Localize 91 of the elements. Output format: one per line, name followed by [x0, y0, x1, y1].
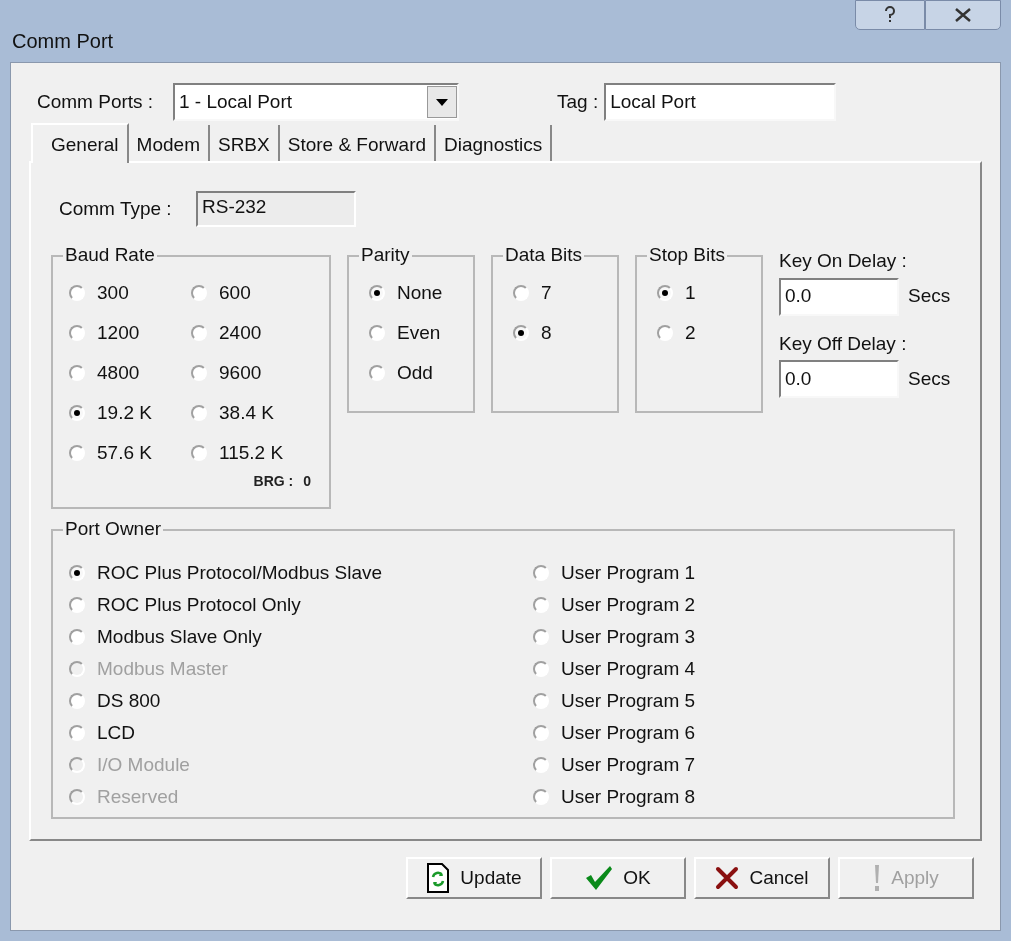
radio-label[interactable]: Odd	[397, 358, 433, 388]
tab[interactable]: SRBX	[209, 125, 280, 161]
radio-label[interactable]: 600	[219, 278, 251, 308]
radio-button[interactable]	[69, 285, 85, 301]
x-mark-icon	[715, 866, 740, 890]
checkmark-icon	[585, 865, 614, 891]
radio-button[interactable]	[513, 285, 529, 301]
radio-button[interactable]	[533, 725, 549, 741]
radio-label[interactable]: 2400	[219, 318, 262, 348]
radio-button[interactable]	[533, 597, 549, 613]
radio-label[interactable]: 7	[541, 278, 552, 308]
radio-label[interactable]: 4800	[97, 358, 140, 388]
radio-label[interactable]: 115.2 K	[219, 438, 284, 468]
seconds-unit: Secs	[908, 366, 951, 391]
radio-label[interactable]: User Program 8	[561, 782, 696, 812]
delay-field[interactable]: 0.0	[779, 277, 899, 316]
tab[interactable]: Modem	[128, 125, 210, 161]
radio-label[interactable]: User Program 3	[561, 622, 696, 652]
refresh-document-icon	[426, 863, 451, 893]
radio-label[interactable]: User Program 6	[561, 718, 696, 748]
radio-button[interactable]	[191, 285, 207, 301]
radio-button[interactable]	[533, 757, 549, 773]
radio-label[interactable]: 19.2 K	[97, 398, 152, 428]
radio-button[interactable]	[657, 285, 673, 301]
radio-button[interactable]	[69, 629, 85, 645]
brg-label: BRG :	[253, 472, 294, 491]
radio-button[interactable]	[69, 565, 85, 581]
radio-button[interactable]	[533, 789, 549, 805]
dialog-button[interactable]: Update	[406, 857, 542, 899]
delay-label: Key Off Delay :	[779, 331, 908, 356]
radio-button[interactable]	[69, 325, 85, 341]
radio-label[interactable]: 38.4 K	[219, 398, 274, 428]
comm-type-label: Comm Type :	[59, 196, 173, 221]
radio-label[interactable]: 1	[685, 278, 696, 308]
radio-label[interactable]: 8	[541, 318, 552, 348]
delay-field[interactable]: 0.0	[779, 360, 899, 398]
radio-button[interactable]	[369, 285, 385, 301]
window-title: Comm Port	[12, 29, 114, 54]
close-icon	[954, 8, 972, 22]
radio-button[interactable]	[191, 405, 207, 421]
radio-label[interactable]: Modbus Slave Only	[97, 622, 262, 652]
radio-label[interactable]: ROC Plus Protocol/Modbus Slave	[97, 558, 383, 588]
radio-button[interactable]	[69, 693, 85, 709]
radio-label[interactable]: User Program 4	[561, 654, 696, 684]
radio-button[interactable]	[533, 661, 549, 677]
dialog-button[interactable]: Cancel	[694, 857, 830, 899]
radio-button[interactable]	[533, 629, 549, 645]
radio-label[interactable]: User Program 7	[561, 750, 696, 780]
radio-button[interactable]	[533, 565, 549, 581]
radio-label[interactable]: 9600	[219, 358, 262, 388]
radio-label[interactable]: DS 800	[97, 686, 161, 716]
comm-ports-label: Comm Ports :	[37, 89, 155, 114]
radio-label[interactable]: 2	[685, 318, 696, 348]
dropdown-arrow-icon	[436, 98, 448, 106]
radio-label[interactable]: None	[397, 278, 443, 308]
radio-button[interactable]	[191, 445, 207, 461]
dialog-button[interactable]: OK	[550, 857, 686, 899]
tag-label: Tag :	[557, 89, 599, 114]
radio-button[interactable]	[191, 325, 207, 341]
comm-ports-dropdown[interactable]: 1 - Local Port	[173, 83, 459, 121]
help-icon	[884, 6, 896, 24]
radio-button[interactable]	[191, 365, 207, 381]
radio-button[interactable]	[69, 445, 85, 461]
radio-label[interactable]: ROC Plus Protocol Only	[97, 590, 301, 620]
radio-button[interactable]	[69, 597, 85, 613]
radio-button[interactable]	[69, 405, 85, 421]
radio-label[interactable]: 1200	[97, 318, 140, 348]
radio-label[interactable]: User Program 2	[561, 590, 696, 620]
radio-button[interactable]	[69, 365, 85, 381]
radio-button[interactable]	[69, 725, 85, 741]
tab[interactable]: General	[31, 123, 129, 163]
delay-label: Key On Delay :	[779, 249, 908, 273]
tag-field[interactable]: Local Port	[604, 83, 837, 121]
radio-label[interactable]: 57.6 K	[97, 438, 152, 468]
radio-button[interactable]	[533, 693, 549, 709]
tab[interactable]: Store & Forward	[279, 125, 437, 161]
comm-type-field: RS-232	[196, 191, 356, 227]
radio-label[interactable]: User Program 1	[561, 558, 696, 588]
seconds-unit: Secs	[908, 284, 951, 309]
radio-button[interactable]	[369, 325, 385, 341]
close-button[interactable]	[925, 0, 1001, 30]
radio-button[interactable]	[369, 365, 385, 381]
radio-label[interactable]: User Program 5	[561, 686, 696, 716]
radio-button[interactable]	[513, 325, 529, 341]
radio-label[interactable]: LCD	[97, 718, 135, 748]
radio-label[interactable]: Even	[397, 318, 441, 348]
tab[interactable]: Diagnostics	[436, 125, 553, 161]
radio-button[interactable]	[657, 325, 673, 341]
brg-value: 0	[303, 472, 311, 491]
exclamation-icon	[873, 864, 882, 892]
radio-label[interactable]: 300	[97, 278, 129, 308]
